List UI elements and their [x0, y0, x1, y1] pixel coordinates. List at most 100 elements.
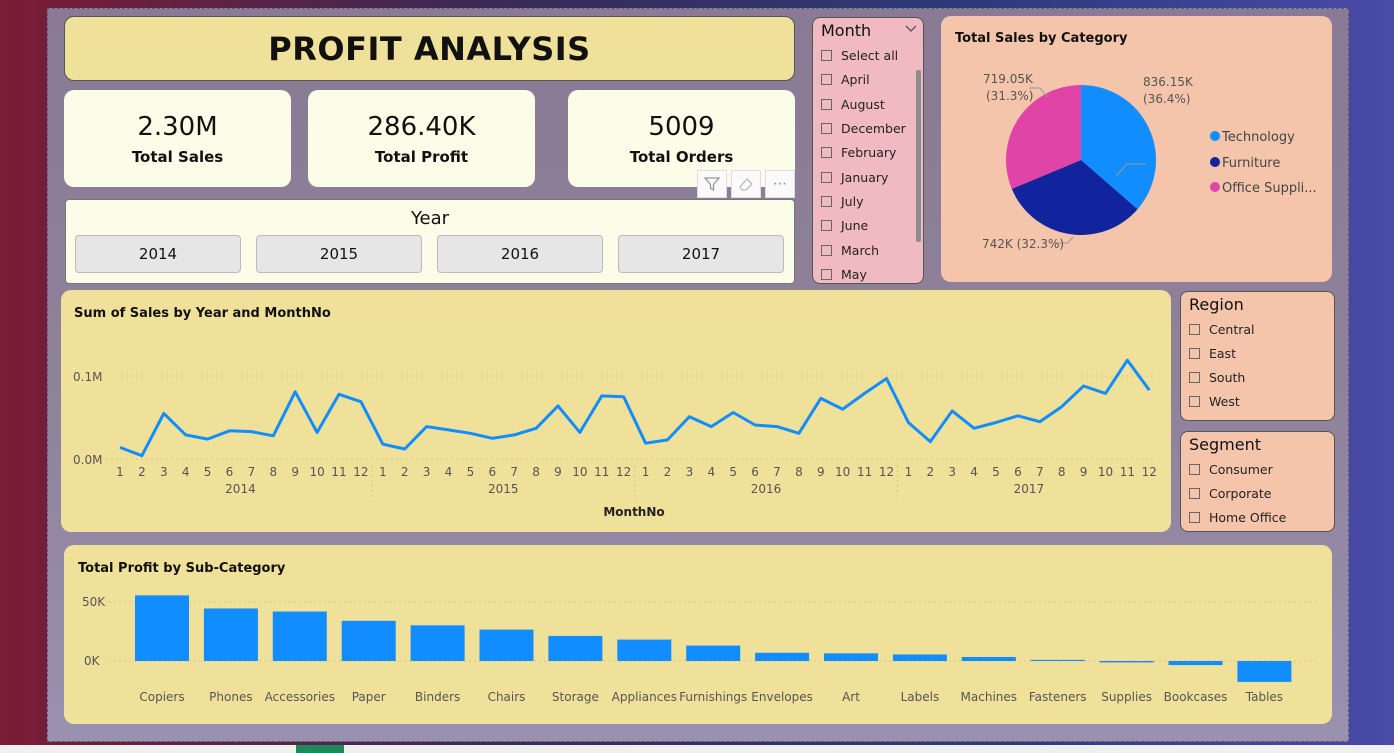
- month-option[interactable]: May: [821, 267, 867, 282]
- month-option-label: July: [841, 194, 864, 209]
- x-tick-label: 7: [1036, 465, 1044, 479]
- y-tick-label: 50K: [82, 595, 106, 609]
- x-tick-label: 2: [138, 465, 146, 479]
- y-tick-label: 0K: [84, 654, 101, 668]
- month-option[interactable]: December: [821, 121, 906, 136]
- bar-paper[interactable]: [341, 620, 396, 661]
- region-option[interactable]: West: [1189, 394, 1240, 409]
- year-button-2016[interactable]: 2016: [437, 235, 603, 273]
- region-option[interactable]: Central: [1189, 322, 1255, 337]
- more-options-icon[interactable]: ⋯: [765, 170, 795, 198]
- bar-binders[interactable]: [410, 625, 465, 661]
- legend-entry-technology[interactable]: Technology: [1221, 130, 1295, 145]
- checkbox[interactable]: [1189, 396, 1200, 407]
- bar-accessories[interactable]: [272, 611, 327, 661]
- month-option-label: June: [841, 218, 869, 233]
- checkbox[interactable]: [1189, 512, 1200, 523]
- checkbox[interactable]: [1189, 348, 1200, 359]
- bar-labels[interactable]: [892, 654, 947, 661]
- x-tick-label: 6: [488, 465, 496, 479]
- eraser-icon[interactable]: [731, 170, 761, 198]
- month-option[interactable]: July: [821, 194, 863, 209]
- month-option-label: April: [841, 72, 870, 87]
- filter-icon[interactable]: [697, 170, 727, 198]
- month-option[interactable]: February: [821, 145, 896, 160]
- x-tick-label: Appliances: [612, 690, 677, 704]
- page-tab[interactable]: [296, 745, 344, 753]
- visual-header-toolbar: ⋯: [697, 170, 795, 198]
- bar-appliances[interactable]: [617, 639, 672, 661]
- pie-chart[interactable]: 836.15K (36.4%) 742K (32.3%) 719.05K (31…: [941, 16, 1332, 282]
- x-tick-label: 11: [331, 465, 346, 479]
- checkbox[interactable]: [1189, 372, 1200, 383]
- region-option[interactable]: South: [1189, 370, 1245, 385]
- chevron-down-icon[interactable]: [905, 24, 917, 34]
- y-tick-label: 0.1M: [73, 370, 102, 384]
- x-tick-label: 9: [817, 465, 825, 479]
- checkbox[interactable]: [821, 245, 832, 256]
- x-tick-label: 1: [379, 465, 387, 479]
- bar-storage[interactable]: [548, 635, 603, 661]
- checkbox[interactable]: [821, 99, 832, 110]
- bar-envelopes[interactable]: [755, 652, 810, 661]
- checkbox[interactable]: [821, 172, 832, 183]
- year-button-2015[interactable]: 2015: [256, 235, 422, 273]
- bar-tables[interactable]: [1237, 661, 1292, 682]
- legend-entry-office-supplies[interactable]: Office Suppli...: [1222, 181, 1317, 196]
- bar-chairs[interactable]: [479, 629, 534, 661]
- kpi-total-profit[interactable]: 286.40K Total Profit: [308, 90, 535, 187]
- segment-option[interactable]: Consumer: [1189, 462, 1273, 477]
- x-tick-label: 12: [353, 465, 368, 479]
- month-option[interactable]: August: [821, 97, 885, 112]
- kpi-total-sales[interactable]: 2.30M Total Sales: [64, 90, 291, 187]
- line-chart[interactable]: 0.1M 0.0M 1 2 3 4 5 6 7 8 9 10 11 12 1 2 3 4 5 6 7 8 9 10 11 12…: [61, 290, 1171, 532]
- checkbox[interactable]: [821, 74, 832, 85]
- checkbox[interactable]: [1189, 464, 1200, 475]
- month-option[interactable]: April: [821, 72, 870, 87]
- bar-bookcases[interactable]: [1168, 661, 1223, 666]
- checkbox[interactable]: [821, 269, 832, 280]
- line-series-sales[interactable]: [119, 358, 1151, 458]
- year-button-2014[interactable]: 2014: [75, 235, 241, 273]
- segment-slicer-title: Segment: [1189, 435, 1261, 454]
- segment-option[interactable]: Home Office: [1189, 510, 1286, 525]
- checkbox[interactable]: [1189, 488, 1200, 499]
- bar-art[interactable]: [824, 653, 878, 661]
- bar-copiers[interactable]: [135, 595, 189, 661]
- segment-option[interactable]: Corporate: [1189, 486, 1272, 501]
- x-tick-label: 10: [835, 465, 850, 479]
- region-option[interactable]: East: [1189, 346, 1236, 361]
- bar-fasteners[interactable]: [1030, 659, 1085, 661]
- line-chart-card: Sum of Sales by Year and MonthNo 0.1M 0.…: [61, 290, 1171, 532]
- bar-supplies[interactable]: [1099, 661, 1154, 663]
- checkbox[interactable]: [821, 147, 832, 158]
- bar-chart[interactable]: 50K 0K Copiers Phones Accessories Paper Bind…: [64, 545, 1332, 724]
- x-tick-label: 5: [467, 465, 475, 479]
- x-tick-label: 5: [992, 465, 1000, 479]
- bar-furnishings[interactable]: [686, 645, 741, 661]
- legend-marker: [1210, 157, 1220, 167]
- x-tick-label: 7: [773, 465, 781, 479]
- month-option-select-all[interactable]: Select all: [821, 48, 898, 63]
- year-button-2017[interactable]: 2017: [618, 235, 784, 273]
- checkbox[interactable]: [821, 196, 832, 207]
- x-tick-label: 4: [182, 465, 190, 479]
- month-option[interactable]: June: [821, 218, 868, 233]
- scrollbar[interactable]: [916, 70, 921, 242]
- month-option-label: Select all: [841, 48, 899, 63]
- month-option[interactable]: March: [821, 243, 879, 258]
- x-tick-label: Labels: [901, 690, 940, 704]
- bar-machines[interactable]: [961, 657, 1016, 661]
- month-option[interactable]: January: [821, 170, 888, 185]
- checkbox[interactable]: [821, 220, 832, 231]
- x-tick-label: 6: [751, 465, 759, 479]
- checkbox[interactable]: [821, 123, 832, 134]
- checkbox[interactable]: [1189, 324, 1200, 335]
- checkbox[interactable]: [821, 50, 832, 61]
- legend-entry-furniture[interactable]: Furniture: [1222, 156, 1280, 171]
- x-tick-label: Accessories: [265, 690, 335, 704]
- kpi-value: 5009: [648, 111, 715, 142]
- x-year-label: 2014: [225, 482, 256, 496]
- segment-option-label: Home Office: [1209, 510, 1287, 525]
- bar-phones[interactable]: [203, 608, 258, 661]
